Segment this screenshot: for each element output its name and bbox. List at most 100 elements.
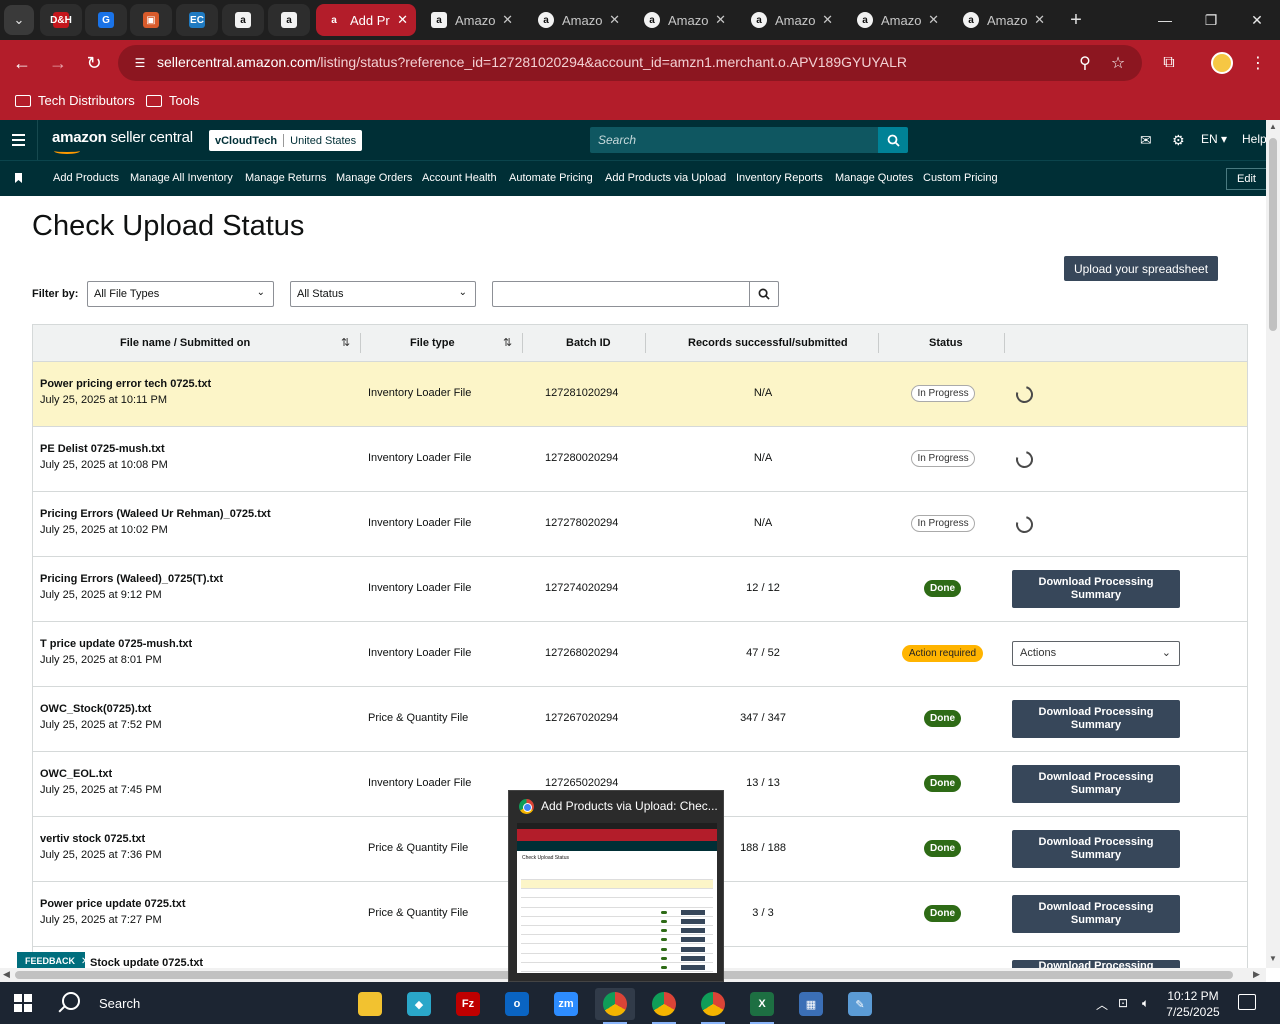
download-summary-button[interactable]: Download Processing Summary [1012,765,1180,803]
file-name[interactable]: PE Delist 0725-mush.txt [40,443,165,455]
edit-nav-button[interactable]: Edit [1226,168,1266,190]
table-row[interactable]: Pricing Errors (Waleed)_0725(T).txt July … [33,557,1247,622]
taskbar-app[interactable]: o [497,988,537,1020]
taskbar-app[interactable]: zm [546,988,586,1020]
vertical-scrollbar[interactable]: ▲ ▼ [1266,120,1280,968]
pinned-tab[interactable]: ▣ [130,4,172,36]
browser-tab[interactable]: a Amazo ✕ [953,4,1053,36]
file-name[interactable]: OWC_EOL.txt [40,768,112,780]
browser-tab[interactable]: a Amazo ✕ [847,4,947,36]
pinned-tab[interactable]: a [268,4,310,36]
close-icon[interactable]: ✕ [81,956,89,967]
close-icon[interactable]: ✕ [928,12,939,28]
nav-item-account-health[interactable]: Account Health [422,172,497,184]
taskbar-app[interactable] [350,988,390,1020]
browser-tab[interactable]: a Amazo ✕ [741,4,841,36]
file-name[interactable]: Power pricing error tech 0725.txt [40,378,211,390]
language-selector[interactable]: EN ▾ [1201,132,1227,146]
file-name[interactable]: vertiv stock 0725.txt [40,833,145,845]
gear-icon[interactable]: ⚙ [1172,132,1185,149]
clock[interactable]: 10:12 PM 7/25/2025 [1162,988,1224,1020]
windows-start-icon[interactable] [14,994,32,1012]
nav-item-custom-pricing[interactable]: Custom Pricing [923,172,998,184]
nav-item-manage-all-inventory[interactable]: Manage All Inventory [130,172,233,184]
help-link[interactable]: Help [1242,132,1267,146]
download-summary-button[interactable]: Download Processing Summary [1012,570,1180,608]
taskbar-app[interactable] [595,988,635,1024]
sort-icon[interactable]: ⇅ [341,336,350,349]
close-icon[interactable]: ✕ [715,12,726,28]
back-icon[interactable]: ← [9,50,35,76]
taskbar-app[interactable] [644,988,684,1024]
file-name[interactable]: Pricing Errors (Waleed Ur Rehman)_0725.t… [40,508,271,520]
column-header-type[interactable]: File type [410,337,455,349]
minimize-icon[interactable]: — [1142,0,1188,40]
forward-icon[interactable]: → [45,50,71,76]
volume-icon[interactable]: 🔈︎ [1142,996,1149,1011]
file-name[interactable]: T price update 0725-mush.txt [40,638,192,650]
actions-dropdown[interactable]: Actions ⌄ [1012,641,1180,666]
network-icon[interactable]: ⊡ [1118,996,1128,1010]
taskbar-app[interactable]: ◆ [399,988,439,1020]
bookmark-icon[interactable] [15,173,22,183]
bookmark-star-icon[interactable]: ☆ [1108,53,1128,73]
menu-dots-icon[interactable]: ⋮ [1247,52,1269,74]
close-window-icon[interactable]: ✕ [1234,0,1280,40]
taskbar-app[interactable]: ✎ [840,988,880,1020]
column-header-file[interactable]: File name / Submitted on [120,337,250,349]
site-info-icon[interactable]: ☰ [132,55,148,71]
file-name[interactable]: Stock update 0725.txt [90,957,203,968]
scroll-right-icon[interactable]: ▶ [1253,969,1260,980]
profile-avatar[interactable] [1211,52,1233,74]
feedback-button[interactable]: FEEDBACK ✕ [17,952,89,968]
taskbar-app[interactable]: ▦ [791,988,831,1020]
nav-item-automate-pricing[interactable]: Automate Pricing [509,172,593,184]
file-name[interactable]: Pricing Errors (Waleed)_0725(T).txt [40,573,223,585]
mail-icon[interactable]: ✉ [1140,132,1152,149]
bookmark-folder-tech-distributors[interactable]: Tech Distributors [15,93,135,108]
table-row[interactable]: OWC_Stock(0725).txt July 25, 2025 at 7:52… [33,687,1247,752]
hamburger-menu-icon[interactable] [0,120,38,160]
pinned-tab[interactable]: a [222,4,264,36]
table-row[interactable]: PE Delist 0725-mush.txt July 25, 2025 at … [33,427,1247,492]
notification-icon[interactable] [1238,994,1256,1010]
table-row[interactable]: Power pricing error tech 0725.txt July 25… [33,362,1247,427]
chevron-down-icon[interactable]: ⌄ [4,5,34,35]
pinned-tab[interactable]: D&H [40,4,82,36]
browser-tab[interactable]: a Amazo ✕ [528,4,628,36]
zoom-icon[interactable]: ⚲ [1075,53,1095,73]
extensions-icon[interactable]: ⧉ [1158,52,1180,74]
nav-item-add-products[interactable]: Add Products [53,172,119,184]
nav-item-manage-orders[interactable]: Manage Orders [336,172,412,184]
chevron-up-icon[interactable]: ︿ [1096,996,1108,1013]
upload-search-input[interactable] [492,281,750,307]
download-summary-button[interactable]: Download Processing Summary [1012,830,1180,868]
scroll-down-icon[interactable]: ▼ [1269,954,1277,963]
close-icon[interactable]: ✕ [1034,12,1045,28]
scroll-left-icon[interactable]: ◀ [3,969,10,980]
bookmark-folder-tools[interactable]: Tools [146,93,199,108]
taskbar-app[interactable] [693,988,733,1024]
file-name[interactable]: OWC_Stock(0725).txt [40,703,151,715]
close-icon[interactable]: ✕ [397,12,408,28]
nav-item-inventory-reports[interactable]: Inventory Reports [736,172,823,184]
file-name[interactable]: Power price update 0725.txt [40,898,186,910]
browser-tab[interactable]: a Add Pr ✕ [316,4,416,36]
sort-icon[interactable]: ⇅ [503,336,512,349]
download-summary-button[interactable]: Download Processing Summary [1012,895,1180,933]
address-bar[interactable]: ☰ sellercentral.amazon.com/listing/statu… [118,45,1142,81]
nav-item-add-products-via-upload[interactable]: Add Products via Upload [605,172,726,184]
new-tab-button[interactable]: + [1064,8,1088,32]
pinned-tab[interactable]: EC [176,4,218,36]
seller-central-logo[interactable]: amazon seller central [52,129,193,154]
restore-icon[interactable]: ❐ [1188,0,1234,40]
seller-search-input[interactable]: Search [590,127,878,153]
browser-tab[interactable]: a Amazo ✕ [634,4,734,36]
upload-search-button[interactable] [749,281,779,307]
nav-item-manage-returns[interactable]: Manage Returns [245,172,326,184]
taskbar-search[interactable]: Search [99,996,140,1011]
browser-tab[interactable]: a Amazo ✕ [421,4,521,36]
nav-item-manage-quotes[interactable]: Manage Quotes [835,172,913,184]
table-row[interactable]: T price update 0725-mush.txt July 25, 202… [33,622,1247,687]
table-row[interactable]: Pricing Errors (Waleed Ur Rehman)_0725.t… [33,492,1247,557]
